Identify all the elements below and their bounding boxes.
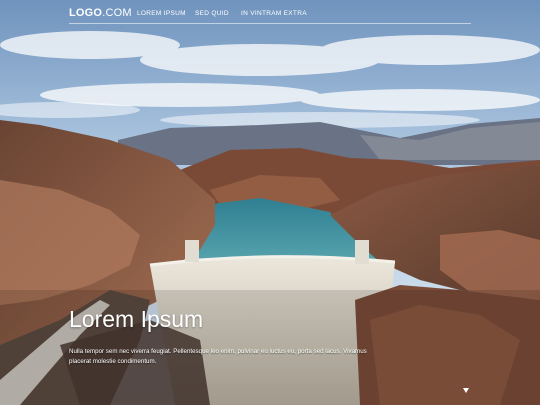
site-logo[interactable]: LOGO.COM (69, 7, 132, 19)
chevron-down-icon[interactable] (463, 388, 469, 393)
logo-bold-text: LOGO (69, 7, 103, 19)
hero-background-image (0, 0, 540, 405)
logo-thin-text: .COM (102, 7, 132, 19)
hero-description: Nulla tempor sem nec viverra feugiat. Pe… (69, 348, 367, 365)
nav-link-lorem-ipsum[interactable]: LOREM IPSUM (137, 10, 186, 17)
nav-link-sed-quid[interactable]: SED QUID (195, 10, 229, 17)
nav-divider (69, 23, 471, 24)
top-navigation: LOGO.COM LOREM IPSUM SED QUID IN VINTRAM… (0, 0, 540, 26)
hero-title: Lorem Ipsum (69, 306, 204, 332)
nav-link-in-vintram-extra[interactable]: IN VINTRAM EXTRA (241, 10, 307, 17)
